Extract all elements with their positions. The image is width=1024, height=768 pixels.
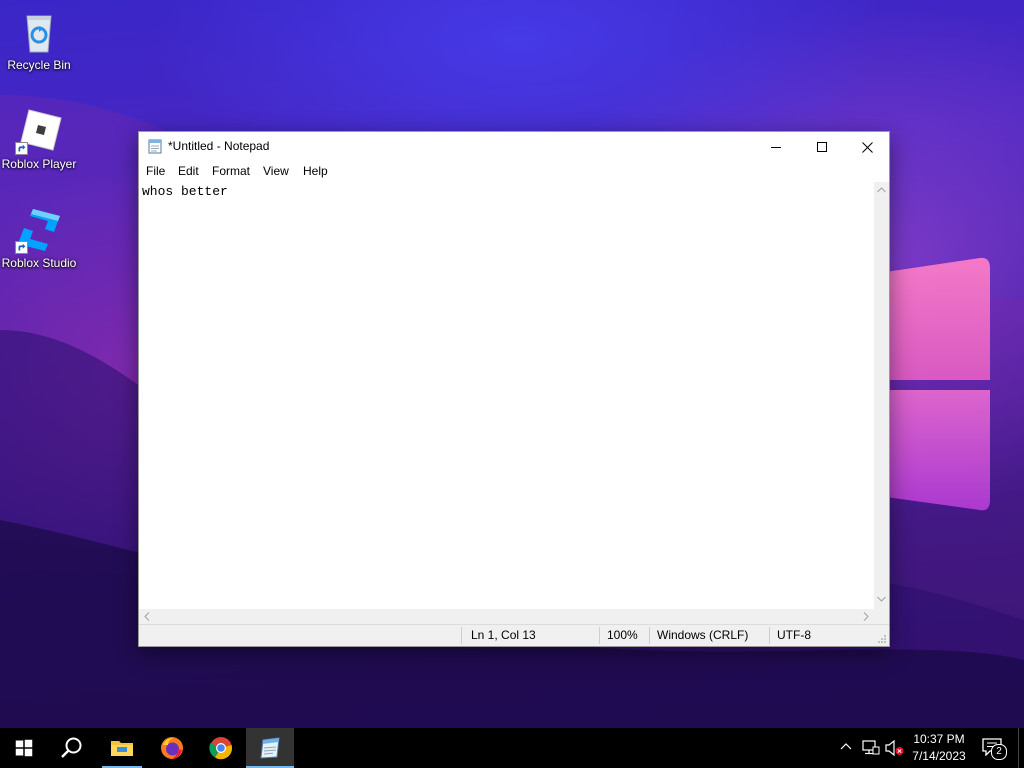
desktop-icon-label: Roblox Studio	[1, 256, 77, 270]
close-icon	[861, 141, 873, 153]
file-explorer-icon	[111, 741, 133, 756]
status-separator	[461, 627, 462, 644]
status-encoding: UTF-8	[777, 628, 811, 642]
close-button[interactable]	[844, 132, 890, 162]
taskbar-firefox[interactable]	[148, 728, 196, 768]
clock-date: 7/14/2023	[912, 749, 966, 763]
menu-bar: File Edit Format View Help	[139, 162, 889, 182]
show-hidden-icons-icon[interactable]	[840, 742, 852, 750]
status-position: Ln 1, Col 13	[471, 628, 536, 642]
firefox-icon	[161, 737, 183, 759]
desktop-icon-recycle-bin[interactable]: Recycle Bin	[1, 8, 77, 72]
status-separator	[769, 627, 770, 644]
horizontal-scrollbar[interactable]	[139, 609, 874, 624]
desktop-icon-label: Recycle Bin	[7, 58, 71, 72]
clock[interactable]: 10:37 PM 7/14/2023	[906, 731, 972, 765]
window-title: *Untitled - Notepad	[168, 139, 270, 153]
maximize-icon	[817, 142, 827, 152]
taskbar-file-explorer[interactable]	[98, 728, 146, 768]
text-editor[interactable]: whos better	[139, 182, 874, 609]
taskbar: 10:37 PM 7/14/2023 2	[0, 728, 1024, 768]
start-button[interactable]	[0, 728, 48, 768]
search-button[interactable]	[48, 728, 96, 768]
scroll-left-icon[interactable]	[144, 612, 150, 621]
start-icon	[15, 739, 33, 757]
vertical-scrollbar[interactable]	[874, 182, 889, 609]
shortcut-arrow-icon	[15, 241, 28, 254]
resize-grip-icon[interactable]	[877, 634, 887, 644]
notification-count-badge: 2	[991, 744, 1007, 760]
notification-center-button[interactable]: 2	[982, 738, 1008, 760]
menu-help[interactable]: Help	[300, 164, 331, 178]
taskbar-chrome[interactable]	[197, 728, 245, 768]
recycle-bin-icon	[15, 8, 63, 56]
menu-edit[interactable]: Edit	[175, 164, 202, 178]
maximize-button[interactable]	[799, 132, 845, 162]
notepad-app-icon	[148, 139, 162, 154]
desktop-icon-roblox-player[interactable]: Roblox Player	[1, 107, 77, 171]
search-icon	[61, 737, 82, 758]
editor-content: whos better	[142, 184, 228, 199]
scroll-up-icon[interactable]	[877, 187, 886, 193]
status-bar: Ln 1, Col 13 100% Windows (CRLF) UTF-8	[139, 624, 889, 646]
taskbar-notepad[interactable]	[246, 728, 294, 768]
desktop-icon-label: Roblox Player	[1, 157, 77, 171]
volume-muted-icon[interactable]	[885, 740, 905, 756]
shortcut-arrow-icon	[15, 142, 28, 155]
show-desktop-button[interactable]	[1018, 728, 1024, 768]
clock-time: 10:37 PM	[913, 732, 965, 746]
scroll-right-icon[interactable]	[863, 612, 869, 621]
minimize-button[interactable]	[753, 132, 799, 162]
menu-format[interactable]: Format	[209, 164, 253, 178]
chrome-icon	[209, 737, 233, 760]
desktop-icon-roblox-studio[interactable]: Roblox Studio	[1, 206, 77, 270]
roblox-player-icon	[15, 107, 63, 155]
menu-view[interactable]: View	[260, 164, 292, 178]
notepad-window[interactable]: *Untitled - Notepad File Edit Format Vie…	[138, 131, 890, 647]
status-separator	[599, 627, 600, 644]
status-separator	[649, 627, 650, 644]
status-zoom: 100%	[607, 628, 638, 642]
menu-file[interactable]: File	[143, 164, 168, 178]
scrollbar-corner	[874, 609, 889, 624]
status-line-ending: Windows (CRLF)	[657, 628, 749, 642]
minimize-icon	[771, 147, 781, 148]
title-bar[interactable]: *Untitled - Notepad	[139, 132, 889, 162]
notepad-icon	[260, 737, 280, 759]
scroll-down-icon[interactable]	[877, 596, 886, 602]
network-icon[interactable]	[862, 740, 880, 756]
roblox-studio-icon	[15, 206, 63, 254]
